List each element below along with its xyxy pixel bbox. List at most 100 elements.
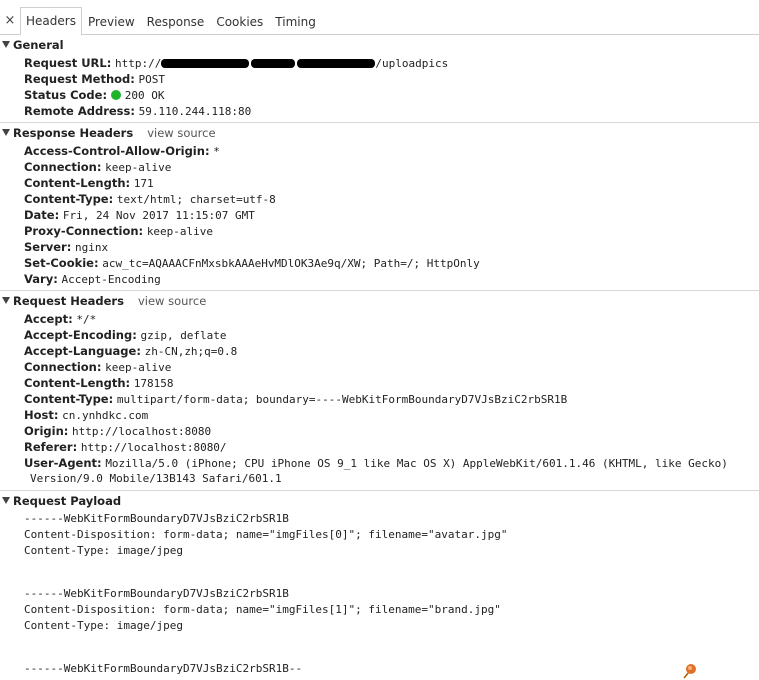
header-key: Accept-Encoding:	[24, 328, 137, 342]
expand-triangle-icon[interactable]	[2, 297, 10, 304]
view-source-link[interactable]: view source	[138, 294, 206, 308]
header-value: Fri, 24 Nov 2017 11:15:07 GMT	[62, 209, 255, 222]
header-row: Accept: */*	[0, 311, 759, 327]
header-key: Connection:	[24, 160, 102, 174]
remote-address-row: Remote Address: 59.110.244.118:80	[0, 103, 759, 119]
payload-content-type: Content-Type: image/jpeg	[24, 544, 183, 557]
header-key: Content-Type:	[24, 192, 114, 206]
status-ok-icon	[110, 89, 121, 100]
header-key: Content-Type:	[24, 392, 114, 406]
response-headers-header[interactable]: Response Headers view source	[0, 123, 759, 143]
header-row: Content-Type: text/html; charset=utf-8	[0, 191, 759, 207]
request-method-value: POST	[138, 73, 166, 86]
redacted-block	[251, 59, 296, 68]
request-url-row: Request URL: http:// /uploadpics	[0, 55, 759, 71]
header-row: Connection: keep-alive	[0, 359, 759, 375]
header-key: Origin:	[24, 424, 69, 438]
remote-address-value: 59.110.244.118:80	[138, 105, 252, 118]
request-method-key: Request Method:	[24, 72, 135, 86]
tab-preview[interactable]: Preview	[82, 8, 141, 35]
header-key: Host:	[24, 408, 59, 422]
header-row: Content-Length: 171	[0, 175, 759, 191]
request-headers-header[interactable]: Request Headers view source	[0, 291, 759, 311]
header-value: *	[213, 145, 220, 158]
header-value: nginx	[74, 241, 109, 254]
header-key: Content-Length:	[24, 376, 131, 390]
general-header[interactable]: General	[0, 35, 759, 55]
header-row: Host: cn.ynhdkc.com	[0, 407, 759, 423]
header-key: Connection:	[24, 360, 102, 374]
header-value: multipart/form-data; boundary=----WebKit…	[116, 393, 568, 406]
payload-boundary: ------WebKitFormBoundaryD7VJsBziC2rbSR1B	[24, 512, 289, 525]
general-title: General	[13, 38, 64, 52]
request-url-key: Request URL:	[24, 56, 112, 70]
tab-bar: × Headers Preview Response Cookies Timin…	[0, 0, 759, 35]
header-key: Accept:	[24, 312, 73, 326]
header-row: Accept-Language: zh-CN,zh;q=0.8	[0, 343, 759, 359]
redacted-block	[297, 59, 376, 68]
header-row: Proxy-Connection: keep-alive	[0, 223, 759, 239]
tab-headers[interactable]: Headers	[20, 7, 82, 35]
status-code-key: Status Code:	[24, 88, 108, 102]
request-headers-title: Request Headers	[13, 294, 124, 308]
header-value: */*	[76, 313, 97, 326]
header-value: Mozilla/5.0 (iPhone; CPU iPhone OS 9_1 l…	[105, 457, 728, 470]
tab-cookies[interactable]: Cookies	[210, 8, 269, 35]
header-value: cn.ynhdkc.com	[62, 409, 149, 422]
payload-boundary: ------WebKitFormBoundaryD7VJsBziC2rbSR1B	[24, 587, 289, 600]
header-key: Proxy-Connection:	[24, 224, 144, 238]
header-key: User-Agent:	[24, 456, 102, 470]
request-payload-section: Request Payload ------WebKitFormBoundary…	[0, 491, 759, 680]
request-headers-section: Request Headers view source Accept: */* A…	[0, 291, 759, 491]
header-row: Server: nginx	[0, 239, 759, 255]
header-row: Referer: http://localhost:8080/	[0, 439, 759, 455]
header-key: Set-Cookie:	[24, 256, 99, 270]
general-section: General Request URL: http:///uploadpics …	[0, 35, 759, 123]
status-code-row: Status Code: 200 OK	[0, 87, 759, 103]
remote-address-key: Remote Address:	[24, 104, 135, 118]
user-agent-continuation: Version/9.0 Mobile/13B143 Safari/601.1	[30, 472, 282, 485]
request-payload-header[interactable]: Request Payload	[0, 491, 759, 511]
header-row: Access-Control-Allow-Origin: *	[0, 143, 759, 159]
request-payload-title: Request Payload	[13, 494, 122, 508]
header-row: Origin: http://localhost:8080	[0, 423, 759, 439]
payload-disposition: Content-Disposition: form-data; name="im…	[24, 528, 508, 541]
expand-triangle-icon[interactable]	[2, 41, 10, 48]
header-row: Vary: Accept-Encoding	[0, 271, 759, 287]
request-method-row: Request Method: POST	[0, 71, 759, 87]
header-row: Date: Fri, 24 Nov 2017 11:15:07 GMT	[0, 207, 759, 223]
header-value: http://localhost:8080/	[80, 441, 227, 454]
header-value: Accept-Encoding	[61, 273, 161, 286]
header-value: http://localhost:8080	[72, 425, 212, 438]
header-row: Set-Cookie: acw_tc=AQAAACFnMxsbkAAAeHvMD…	[0, 255, 759, 271]
header-row: Connection: keep-alive	[0, 159, 759, 175]
header-value: text/html; charset=utf-8	[116, 193, 276, 206]
header-value: acw_tc=AQAAACFnMxsbkAAAeHvMDlOK3Ae9q/XW;…	[102, 257, 480, 270]
pushpin-icon	[683, 664, 696, 679]
view-source-link[interactable]: view source	[147, 126, 215, 140]
expand-triangle-icon[interactable]	[2, 129, 10, 136]
response-headers-title: Response Headers	[13, 126, 134, 140]
header-value: keep-alive	[105, 361, 172, 374]
tab-timing[interactable]: Timing	[269, 8, 322, 35]
header-row: Content-Length: 178158	[0, 375, 759, 391]
header-value: 171	[133, 177, 154, 190]
header-key: Access-Control-Allow-Origin:	[24, 144, 210, 158]
expand-triangle-icon[interactable]	[2, 497, 10, 504]
header-value: gzip, deflate	[140, 329, 227, 342]
close-icon[interactable]: ×	[1, 8, 19, 34]
redacted-block	[161, 59, 250, 68]
header-value: 178158	[133, 377, 174, 390]
header-key: Content-Length:	[24, 176, 131, 190]
payload-content-type: Content-Type: image/jpeg	[24, 619, 183, 632]
header-key: Referer:	[24, 440, 78, 454]
tab-response[interactable]: Response	[141, 8, 211, 35]
status-code-value: 200 OK	[124, 89, 165, 102]
header-row: Content-Type: multipart/form-data; bound…	[0, 391, 759, 407]
header-value: keep-alive	[105, 161, 172, 174]
payload-disposition: Content-Disposition: form-data; name="im…	[24, 603, 501, 616]
payload-body: ------WebKitFormBoundaryD7VJsBziC2rbSR1B…	[0, 511, 759, 677]
header-value: zh-CN,zh;q=0.8	[144, 345, 238, 358]
header-key: Accept-Language:	[24, 344, 141, 358]
header-key: Vary:	[24, 272, 58, 286]
